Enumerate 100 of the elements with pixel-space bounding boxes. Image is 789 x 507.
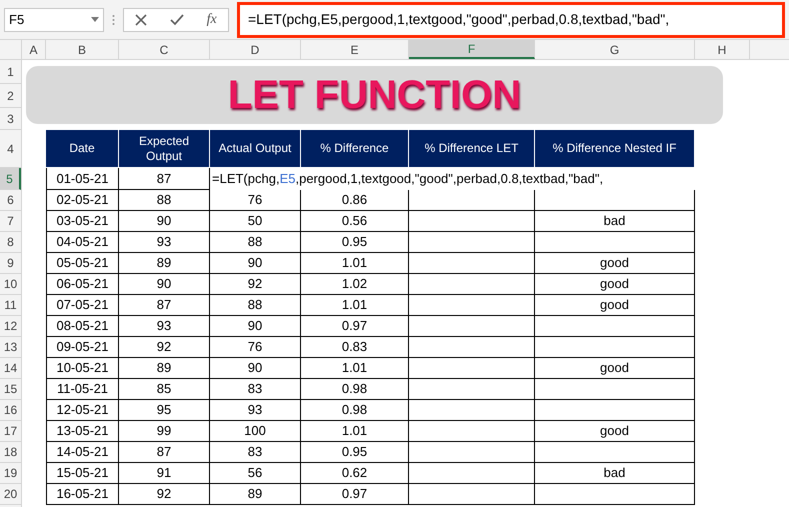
table-cell: 1.01: [301, 358, 409, 379]
name-box[interactable]: F5: [4, 8, 104, 32]
table-cell: 1.01: [301, 253, 409, 274]
table-cell: 05-05-21: [46, 253, 119, 274]
cancel-icon[interactable]: [135, 14, 148, 26]
table-cell: 56: [210, 463, 301, 484]
table-cell: 13-05-21: [46, 421, 119, 442]
row-header[interactable]: 9: [0, 253, 21, 274]
table-cell: 06-05-21: [46, 274, 119, 295]
table-cell: 0.56: [301, 211, 409, 232]
table-cell: 91: [119, 463, 210, 484]
table-cell: 1.01: [301, 421, 409, 442]
table-cell: 88: [119, 190, 210, 211]
column-heading: % Difference LET: [424, 141, 518, 156]
row-header[interactable]: 1: [0, 60, 21, 84]
table-cell: 92: [119, 484, 210, 505]
table-cell: 89: [119, 358, 210, 379]
row-header[interactable]: 11: [0, 295, 21, 316]
table-cell: 0.83: [301, 337, 409, 358]
table-cell: 89: [210, 484, 301, 505]
table-cell: 09-05-21: [46, 337, 119, 358]
table-cell: 0.98: [301, 400, 409, 421]
row-header[interactable]: 6: [0, 190, 21, 211]
table-cell: 83: [210, 442, 301, 463]
banner-title: LET FUNCTION: [228, 75, 522, 115]
table-cell: 90: [210, 358, 301, 379]
row-header[interactable]: 17: [0, 421, 21, 442]
table-cell: 85: [119, 379, 210, 400]
table-cell: 88: [210, 232, 301, 253]
table-cell: 87: [119, 442, 210, 463]
row-header[interactable]: 13: [0, 337, 21, 358]
row-header[interactable]: 8: [0, 232, 21, 253]
table-cell: 76: [210, 337, 301, 358]
table-cell: 0.98: [301, 379, 409, 400]
column-header[interactable]: F: [409, 40, 535, 59]
table-cell: 92: [119, 337, 210, 358]
table-cell: 12-05-21: [46, 400, 119, 421]
column-header[interactable]: D: [210, 40, 301, 59]
table-cell: good: [535, 295, 695, 316]
function-icon[interactable]: fx: [206, 9, 217, 30]
column-header[interactable]: A: [22, 40, 46, 59]
row-header[interactable]: 10: [0, 274, 21, 295]
table-cell: 83: [210, 379, 301, 400]
table-cell: 89: [119, 253, 210, 274]
column-heading: Expected Output: [138, 134, 190, 164]
table-cell: good: [535, 253, 695, 274]
table-cell: 90: [119, 274, 210, 295]
table-cell: 10-05-21: [46, 358, 119, 379]
table-cell: 0.95: [301, 442, 409, 463]
table-cell: 93: [119, 316, 210, 337]
column-heading: Date: [69, 141, 95, 156]
table-cell: good: [535, 274, 695, 295]
check-icon[interactable]: [170, 14, 184, 26]
column-header[interactable]: H: [695, 40, 750, 59]
table-cell: 87: [119, 295, 210, 316]
table-cell: 100: [210, 421, 301, 442]
table-cell: 04-05-21: [46, 232, 119, 253]
column-header[interactable]: C: [119, 40, 210, 59]
table-cell: 92: [210, 274, 301, 295]
table-cell: 76: [210, 190, 301, 211]
table-cell: 90: [210, 316, 301, 337]
table-cell: 99: [119, 421, 210, 442]
more-icon: [112, 14, 115, 26]
table-cell: 0.97: [301, 316, 409, 337]
column-heading: Actual Output: [218, 141, 292, 156]
table-cell: 03-05-21: [46, 211, 119, 232]
row-header[interactable]: 16: [0, 400, 21, 421]
table-cell: 0.95: [301, 232, 409, 253]
table-cell: 16-05-21: [46, 484, 119, 505]
formula-field[interactable]: =LET(pchg,E5,pergood,1,textgood,"good",perbad,0.8,textbad,"bad",: [237, 2, 785, 38]
table-cell: 11-05-21: [46, 379, 119, 400]
row-header[interactable]: 7: [0, 211, 21, 232]
row-header[interactable]: 2: [0, 84, 21, 108]
column-heading: % Difference: [320, 141, 389, 156]
table-cell: 0.86: [301, 190, 409, 211]
table-cell: good: [535, 358, 695, 379]
table-cell: 90: [119, 211, 210, 232]
column-header[interactable]: G: [535, 40, 695, 59]
table-cell: 1.02: [301, 274, 409, 295]
row-header[interactable]: 19: [0, 463, 21, 484]
row-header[interactable]: 12: [0, 316, 21, 337]
row-header[interactable]: 5: [0, 168, 21, 190]
row-header[interactable]: 3: [0, 108, 21, 130]
table-cell: 95: [119, 400, 210, 421]
table-cell: 14-05-21: [46, 442, 119, 463]
column-heading: % Difference Nested IF: [552, 141, 676, 156]
table-cell: 90: [210, 253, 301, 274]
table-cell: 50: [210, 211, 301, 232]
row-header[interactable]: 14: [0, 358, 21, 379]
table-cell: bad: [535, 463, 695, 484]
table-cell: 0.97: [301, 484, 409, 505]
row-header[interactable]: 18: [0, 442, 21, 463]
row-header[interactable]: 20: [0, 484, 21, 505]
column-header[interactable]: B: [46, 40, 119, 59]
table-cell: 15-05-21: [46, 463, 119, 484]
row-header[interactable]: 15: [0, 379, 21, 400]
table-cell: 1.01: [301, 295, 409, 316]
table-cell: 88: [210, 295, 301, 316]
table-cell: 0.62: [301, 463, 409, 484]
table-cell: good: [535, 421, 695, 442]
